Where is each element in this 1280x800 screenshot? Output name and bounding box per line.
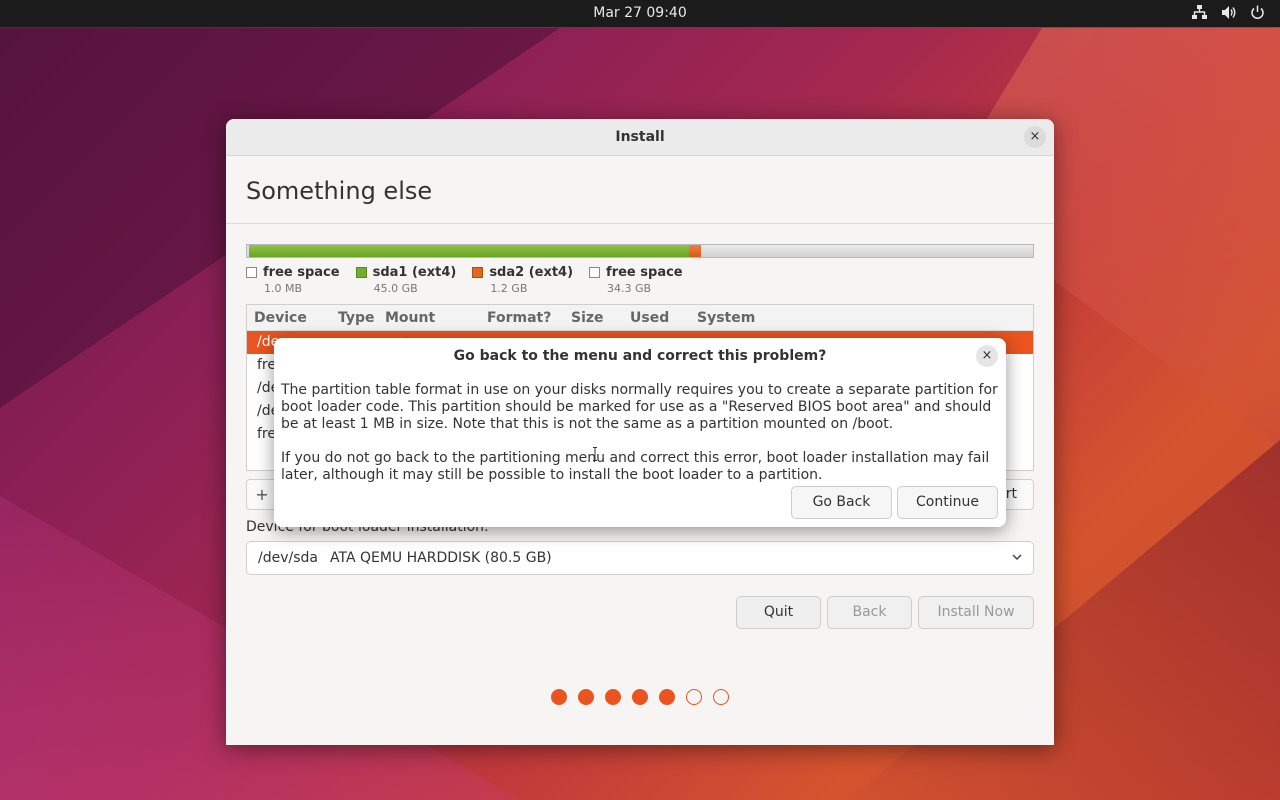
legend-item: free space 1.0 MB bbox=[246, 265, 340, 295]
legend-swatch bbox=[472, 267, 484, 278]
chevron-down-icon bbox=[1011, 542, 1023, 586]
partition-bar-sda1 bbox=[248, 245, 689, 257]
quit-button[interactable]: Quit bbox=[736, 596, 821, 629]
column-header[interactable]: Size bbox=[564, 305, 623, 330]
window-close-button[interactable]: × bbox=[1024, 126, 1046, 148]
partition-bar bbox=[246, 244, 1034, 258]
page-title: Something else bbox=[246, 177, 433, 205]
clock[interactable]: Mar 27 09:40 bbox=[0, 5, 1280, 21]
dialog-paragraph: If you do not go back to the partitionin… bbox=[281, 450, 990, 483]
legend-size: 34.3 GB bbox=[607, 282, 652, 295]
dialog-message: The partition table format in use on you… bbox=[281, 382, 1003, 484]
window-titlebar: Install × bbox=[226, 119, 1054, 156]
legend-size: 45.0 GB bbox=[373, 282, 418, 295]
step-dot bbox=[551, 689, 567, 705]
dialog-title-text: Go back to the menu and correct this pro… bbox=[453, 348, 827, 364]
legend-size: 1.0 MB bbox=[264, 282, 303, 295]
column-header[interactable]: Device bbox=[247, 305, 331, 330]
system-tray[interactable] bbox=[1191, 4, 1266, 21]
step-dot bbox=[686, 689, 702, 705]
go-back-button[interactable]: Go Back bbox=[791, 486, 892, 519]
step-indicator bbox=[551, 689, 729, 705]
window-title: Install bbox=[615, 129, 665, 145]
top-bar: Mar 27 09:40 bbox=[0, 0, 1280, 27]
volume-icon[interactable] bbox=[1220, 4, 1237, 21]
partition-legend: free space 1.0 MB sda1 (ext4) 45.0 GB sd… bbox=[246, 265, 683, 295]
legend-swatch bbox=[589, 267, 601, 278]
power-icon[interactable] bbox=[1249, 4, 1266, 21]
column-header[interactable]: Mount point bbox=[378, 305, 480, 352]
column-header[interactable]: Type bbox=[331, 305, 378, 330]
legend-swatch bbox=[246, 267, 257, 278]
legend-label: sda2 (ext4) bbox=[489, 265, 574, 280]
boot-device: /dev/sda bbox=[258, 550, 318, 566]
column-header[interactable]: Used bbox=[623, 305, 690, 330]
legend-size: 1.2 GB bbox=[490, 282, 528, 295]
column-header[interactable]: System bbox=[690, 305, 770, 330]
step-dot bbox=[605, 689, 621, 705]
install-now-button[interactable]: Install Now bbox=[918, 596, 1034, 629]
legend-item: sda2 (ext4) 1.2 GB bbox=[472, 265, 573, 295]
network-icon[interactable] bbox=[1191, 4, 1208, 21]
continue-button[interactable]: Continue bbox=[897, 486, 998, 519]
step-dot bbox=[632, 689, 648, 705]
step-dot bbox=[713, 689, 729, 705]
column-header[interactable]: Format? bbox=[480, 305, 564, 330]
boot-partition-warning-dialog: Go back to the menu and correct this pro… bbox=[274, 338, 1006, 527]
back-button[interactable]: Back bbox=[827, 596, 912, 629]
boot-loader-device-select[interactable]: /dev/sda ATA QEMU HARDDISK (80.5 GB) bbox=[246, 541, 1034, 575]
partition-bar-free-2 bbox=[700, 245, 1033, 257]
step-dot bbox=[659, 689, 675, 705]
text-cursor-icon bbox=[592, 446, 597, 461]
legend-label: free space bbox=[606, 265, 683, 280]
legend-label: sda1 (ext4) bbox=[372, 265, 457, 280]
dialog-paragraph: The partition table format in use on you… bbox=[281, 382, 998, 432]
legend-label: free space bbox=[263, 265, 340, 280]
partition-bar-sda2 bbox=[688, 245, 701, 257]
table-header: Device Type Mount point Format? Size Use… bbox=[247, 305, 1033, 352]
dialog-title: Go back to the menu and correct this pro… bbox=[274, 338, 1006, 374]
boot-device-description: ATA QEMU HARDDISK (80.5 GB) bbox=[329, 550, 552, 566]
legend-item: sda1 (ext4) 45.0 GB bbox=[355, 265, 457, 295]
legend-item: free space 34.3 GB bbox=[589, 265, 683, 295]
dialog-close-button[interactable]: × bbox=[976, 345, 998, 367]
divider bbox=[226, 223, 1054, 224]
legend-swatch bbox=[355, 267, 367, 278]
step-dot bbox=[578, 689, 594, 705]
